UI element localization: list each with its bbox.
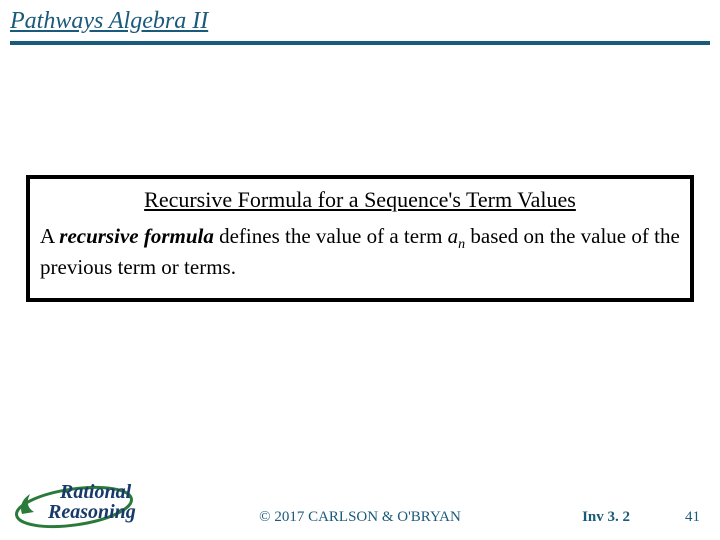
svg-text:Rational: Rational	[59, 481, 132, 503]
slide-header: Pathways Algebra II	[0, 0, 720, 39]
definition-heading: Recursive Formula for a Sequence's Term …	[40, 187, 680, 213]
definition-text-b: defines the value of a term	[214, 224, 448, 248]
term-variable: a	[448, 224, 459, 248]
definition-text-a: A	[40, 224, 59, 248]
investigation-label: Inv 3. 2	[582, 509, 630, 526]
page-number: 41	[685, 509, 700, 526]
definition-box: Recursive Formula for a Sequence's Term …	[26, 175, 694, 302]
slide-footer: Rational Reasoning © 2017 CARLSON & O'BR…	[0, 470, 720, 540]
definition-keyword: recursive formula	[59, 224, 214, 248]
definition-body: A recursive formula defines the value of…	[40, 223, 680, 280]
course-title: Pathways Algebra II	[10, 8, 208, 34]
header-rule	[10, 41, 710, 45]
